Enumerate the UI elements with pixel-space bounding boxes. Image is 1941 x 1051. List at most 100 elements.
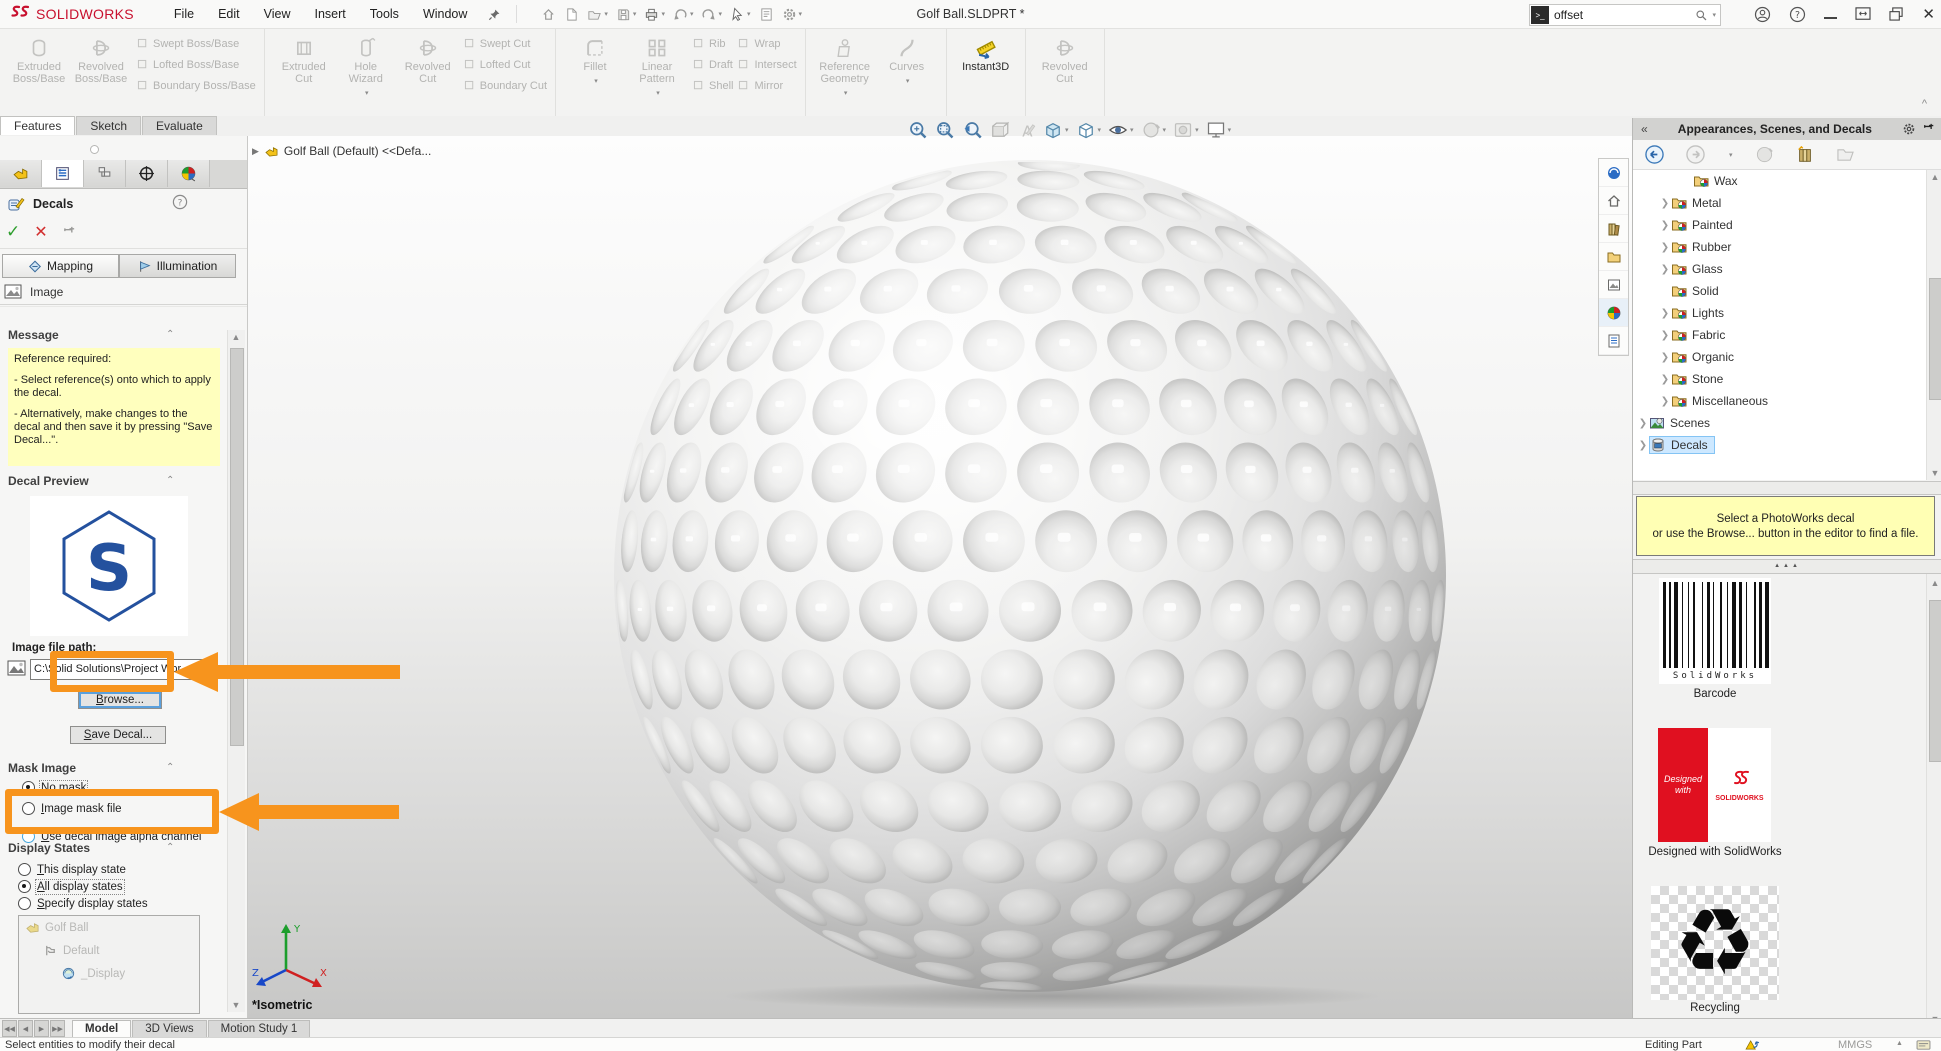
hide-show-items-button[interactable]: ▾ [1108,120,1134,140]
options-button[interactable]: ▾ [778,7,807,22]
redo-button[interactable]: ▾ [697,7,726,22]
collapse-icon[interactable]: ⌃ [166,762,174,773]
collapse-icon[interactable]: ⌃ [166,475,174,486]
scroll-up-icon[interactable]: ▲ [228,332,244,342]
apply-scene-button[interactable]: ▾ [1173,120,1199,140]
ribbon-button-swept-cut[interactable]: Swept Cut [463,33,547,54]
image-section-row[interactable]: Image [4,284,63,299]
ok-button[interactable]: ✓ [6,222,20,242]
display-state-node[interactable]: Default [19,939,199,962]
next-tab-button[interactable]: ▶ [34,1020,49,1037]
tree-scrollbar[interactable]: ▲ ▼ [1926,170,1941,480]
ribbon-button-hole-wizard[interactable]: Hole Wizard▾ [335,33,397,109]
expand-icon[interactable]: ❯ [1659,352,1671,363]
menu-edit[interactable]: Edit [206,7,252,21]
menu-tools[interactable]: Tools [358,7,411,21]
ribbon-collapse-icon[interactable]: ^ [1922,98,1927,110]
tags-icon[interactable] [1916,1039,1931,1051]
task-tab-file-explorer[interactable] [1599,243,1628,271]
ribbon-button-lofted-cut[interactable]: Lofted Cut [463,54,547,75]
help-icon[interactable]: ? [1789,6,1806,23]
back-icon[interactable] [1645,145,1664,164]
expand-arrow-icon[interactable]: ▶ [252,146,259,157]
radio-specify-display-states[interactable]: Specify display states [18,897,148,910]
units-dropdown-icon[interactable]: ▲ [1896,1040,1903,1047]
ribbon-button-fillet[interactable]: Fillet▾ [564,33,626,109]
tab-configuration-manager[interactable] [84,160,126,187]
ribbon-button-instant3d[interactable]: Instant3D [955,33,1017,109]
expand-icon[interactable]: ❯ [1659,198,1671,209]
tab-sketch[interactable]: Sketch [76,116,141,135]
tab-evaluate[interactable]: Evaluate [142,116,217,135]
units-indicator[interactable]: MMGS [1838,1039,1872,1051]
forward-icon[interactable] [1686,145,1705,164]
previous-view-button[interactable] [962,120,982,140]
dropdown-icon[interactable]: ▾ [594,76,598,88]
dropdown-icon[interactable]: ▾ [1163,126,1167,134]
doc-tab-model[interactable]: Model [72,1020,131,1038]
dropdown-icon[interactable]: ▾ [718,10,722,18]
view-settings-button[interactable]: ▾ [1206,120,1232,140]
scroll-down-icon[interactable]: ▼ [228,1000,244,1010]
search-input[interactable]: offset [1554,8,1695,22]
message-section-header[interactable]: Message [8,328,59,342]
print-button[interactable]: ▾ [640,7,669,22]
ribbon-button-wrap[interactable]: Wrap [737,33,796,54]
prev-tab-button[interactable]: ◀ [18,1020,33,1037]
ribbon-button-intersect[interactable]: Intersect [737,54,796,75]
expand-icon[interactable]: ❯ [1659,264,1671,275]
help-icon[interactable]: ? [172,194,188,210]
decal-preview-section-header[interactable]: Decal Preview [8,474,89,488]
ribbon-button-revolved-cut[interactable]: Revolved Cut [1034,33,1096,109]
mask-image-section-header[interactable]: Mask Image [8,761,76,775]
appearance-tree-item-lights[interactable]: ❯Lights [1633,302,1926,324]
tab-display-manager[interactable] [168,160,210,187]
ribbon-button-draft[interactable]: Draft [692,54,733,75]
tab-features[interactable]: Features [0,116,75,135]
radio-icon[interactable] [18,897,31,910]
task-tab-appearances[interactable] [1599,299,1628,327]
edit-appearance-button[interactable]: ▾ [1141,120,1167,140]
first-tab-button[interactable]: ◀◀ [2,1020,17,1037]
restore-button[interactable] [1889,7,1904,21]
task-tab-custom-properties[interactable] [1599,327,1628,355]
ribbon-button-linear-pattern[interactable]: Linear Pattern▾ [626,33,688,109]
expand-icon[interactable]: ❯ [1637,440,1649,451]
scroll-up-icon[interactable]: ▲ [1927,172,1941,182]
dropdown-icon[interactable]: ▾ [604,10,608,18]
task-tab-resources[interactable] [1599,187,1628,215]
dropdown-icon[interactable]: ▾ [1195,126,1199,134]
minimize-button[interactable] [1824,9,1837,19]
search-dropdown-icon[interactable]: ▾ [1712,11,1716,19]
golf-ball-model[interactable] [612,158,1448,1010]
pin-icon[interactable] [1922,123,1936,135]
tab-property-manager[interactable] [42,160,84,187]
doc-tab-motion-study-1[interactable]: Motion Study 1 [208,1020,311,1038]
file-properties-button[interactable] [755,7,778,22]
undo-button[interactable]: ▾ [669,7,698,22]
expand-icon[interactable]: ❯ [1659,396,1671,407]
task-tab-design-library[interactable] [1599,215,1628,243]
tab-mapping[interactable]: Mapping [2,254,119,278]
ribbon-button-revolved-cut[interactable]: Revolved Cut [397,33,459,109]
zoom-to-fit-button[interactable] [908,120,928,140]
collapse-icon[interactable]: ⌃ [166,842,174,853]
panel-splitter-handle[interactable] [90,145,99,154]
zoom-to-area-button[interactable] [935,120,955,140]
expand-icon[interactable]: ❯ [1659,220,1671,231]
new-document-button[interactable] [560,7,583,22]
menu-view[interactable]: View [252,7,303,21]
browse-button[interactable]: Browse... [78,691,162,709]
appearance-tree-item-decals[interactable]: ❯Decals [1633,434,1926,456]
decal-thumb-recycling[interactable]: ♻ [1651,886,1779,1000]
dropdown-icon[interactable]: ▾ [661,10,665,18]
account-icon[interactable] [1754,6,1771,23]
dropdown-icon[interactable]: ▾ [1065,126,1069,134]
appearance-tree-item-painted[interactable]: ❯Painted [1633,214,1926,236]
home-button[interactable] [537,7,560,22]
display-states-section-header[interactable]: Display States [8,841,90,855]
search-box[interactable]: >_ offset ▾ [1529,4,1721,26]
task-tab-marketplace[interactable] [1599,159,1628,187]
decal-thumb-barcode[interactable]: SolidWorks [1659,578,1771,684]
ribbon-button-extruded-cut[interactable]: Extruded Cut [273,33,335,109]
